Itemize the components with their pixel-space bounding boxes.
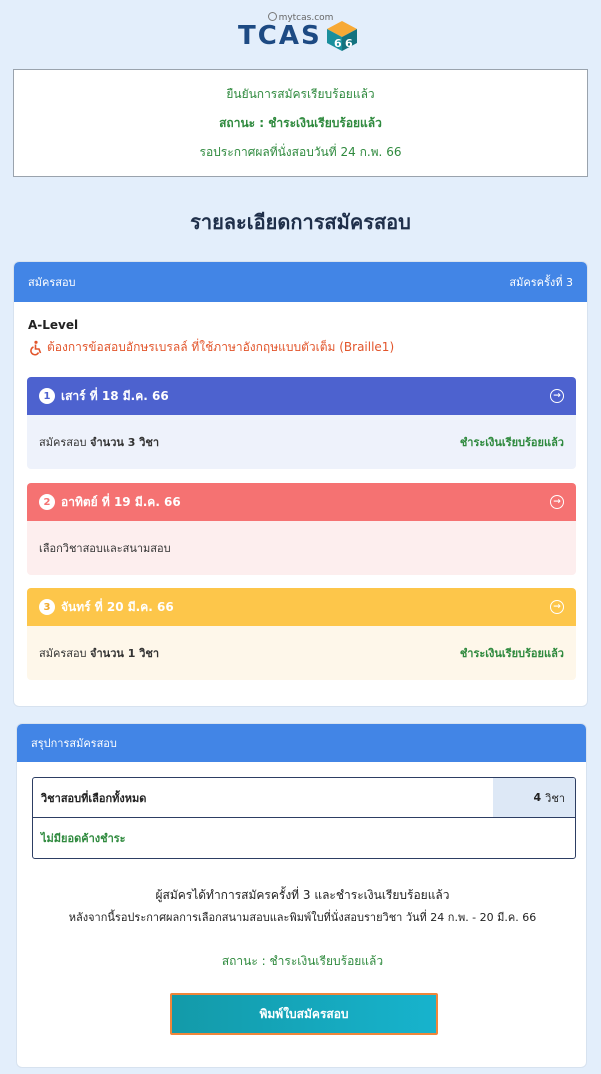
- logo-brand: TCAS: [238, 21, 322, 51]
- summary-total-count: 4: [533, 791, 542, 804]
- arrow-right-circle-icon[interactable]: →: [550, 495, 564, 509]
- logo-year-digit-2: 6: [345, 37, 353, 50]
- exam-day-3-date: จันทร์ ที่ 20 มี.ค. 66: [61, 599, 174, 614]
- braille-text: ต้องการข้อสอบอักษรเบรลล์ ที่ใช้ภาษาอังกฤ…: [47, 340, 395, 354]
- page-title: รายละเอียดการสมัครสอบ: [190, 210, 411, 234]
- braille-requirement: ต้องการข้อสอบอักษรเบรลล์ ที่ใช้ภาษาอังกฤ…: [28, 338, 394, 357]
- day-number-badge: 1: [39, 388, 55, 404]
- exam-day-3-status: ชำระเงินเรียบร้อยแล้ว: [459, 647, 564, 660]
- exam-day-3-body: สมัครสอบ จำนวน 1 วิชา ชำระเงินเรียบร้อยแ…: [27, 626, 576, 680]
- day-number-badge: 3: [39, 599, 55, 615]
- day-number-badge: 2: [39, 494, 55, 510]
- exam-day-3-summary: สมัครสอบ จำนวน 1 วิชา: [39, 644, 159, 662]
- summary-total-label: วิชาสอบที่เลือกทั้งหมด: [41, 791, 147, 805]
- exam-day-1-date: เสาร์ ที่ 18 มี.ค. 66: [61, 388, 169, 403]
- exam-day-1-summary: สมัครสอบ จำนวน 3 วิชา: [39, 433, 159, 451]
- confirmation-status: สถานะ : ชำระเงินเรียบร้อยแล้ว: [219, 115, 382, 130]
- exam-day-2-date: อาทิตย์ ที่ 19 มี.ค. 66: [61, 494, 181, 509]
- summary-balance-row: ไม่มียอดค้างชำระ: [41, 832, 126, 845]
- summary-note-announcement: หลังจากนี้รอประกาศผลการเลือกสนามสอบและพิ…: [68, 911, 537, 924]
- summary-total-unit: วิชา: [545, 791, 565, 805]
- summary-card: สรุปการสมัครสอบ วิชาสอบที่เลือกทั้งหมด 4…: [16, 723, 587, 1068]
- logo-cube-icon: 6 6: [326, 21, 357, 51]
- exam-day-3-summary-prefix: สมัครสอบ: [39, 647, 87, 660]
- exam-day-1-subject-count: จำนวน 3 วิชา: [90, 436, 160, 449]
- summary-total-row: วิชาสอบที่เลือกทั้งหมด 4 วิชา: [33, 778, 575, 818]
- exam-day-1-body: สมัครสอบ จำนวน 3 วิชา ชำระเงินเรียบร้อยแ…: [27, 415, 576, 469]
- exam-day-3-header[interactable]: 3 จันทร์ ที่ 20 มี.ค. 66 →: [27, 588, 576, 626]
- summary-table: วิชาสอบที่เลือกทั้งหมด 4 วิชา ไม่มียอดค้า…: [32, 777, 576, 859]
- application-header-title: สมัครสอบ: [28, 276, 76, 289]
- logo-year-digit-1: 6: [334, 37, 342, 50]
- print-application-button[interactable]: พิมพ์ใบสมัครสอบ: [170, 993, 438, 1035]
- application-card-header: สมัครสอบ สมัครครั้งที่ 3: [14, 262, 587, 302]
- summary-status: สถานะ : ชำระเงินเรียบร้อยแล้ว: [221, 954, 384, 968]
- exam-day-3[interactable]: 3 จันทร์ ที่ 20 มี.ค. 66 → สมัครสอบ จำนว…: [27, 588, 576, 680]
- exam-day-1-summary-prefix: สมัครสอบ: [39, 436, 87, 449]
- confirmation-message: ยืนยันการสมัครเรียบร้อยแล้ว: [226, 86, 375, 101]
- exam-day-2-summary: เลือกวิชาสอบและสนามสอบ: [39, 542, 171, 555]
- exam-day-3-subject-count: จำนวน 1 วิชา: [90, 647, 160, 660]
- exam-day-1-status: ชำระเงินเรียบร้อยแล้ว: [459, 436, 564, 449]
- exam-name: A-Level: [28, 318, 79, 332]
- arrow-right-circle-icon[interactable]: →: [550, 600, 564, 614]
- arrow-right-circle-icon[interactable]: →: [550, 389, 564, 403]
- summary-note-attempt: ผู้สมัครได้ทำการสมัครครั้งที่ 3 และชำระเ…: [155, 888, 450, 902]
- exam-day-2[interactable]: 2 อาทิตย์ ที่ 19 มี.ค. 66 → เลือกวิชาสอบ…: [27, 483, 576, 575]
- wheelchair-icon: [30, 340, 42, 355]
- summary-card-header: สรุปการสมัครสอบ: [17, 724, 586, 762]
- confirmation-announcement: รอประกาศผลที่นั่งสอบวันที่ 24 ก.พ. 66: [199, 144, 402, 159]
- exam-day-1[interactable]: 1 เสาร์ ที่ 18 มี.ค. 66 → สมัครสอบ จำนวน…: [27, 377, 576, 469]
- confirmation-box: ยืนยันการสมัครเรียบร้อยแล้ว สถานะ : ชำระ…: [13, 69, 588, 177]
- exam-day-2-header[interactable]: 2 อาทิตย์ ที่ 19 มี.ค. 66 →: [27, 483, 576, 521]
- application-attempt-count: สมัครครั้งที่ 3: [509, 276, 573, 289]
- summary-total-value: 4 วิชา: [493, 778, 575, 817]
- tcas-logo: TCAS 6 6: [238, 20, 358, 52]
- exam-day-1-header[interactable]: 1 เสาร์ ที่ 18 มี.ค. 66 →: [27, 377, 576, 415]
- application-card: สมัครสอบ สมัครครั้งที่ 3 A-Level ต้องการ…: [13, 261, 588, 707]
- exam-day-2-body: เลือกวิชาสอบและสนามสอบ: [27, 521, 576, 575]
